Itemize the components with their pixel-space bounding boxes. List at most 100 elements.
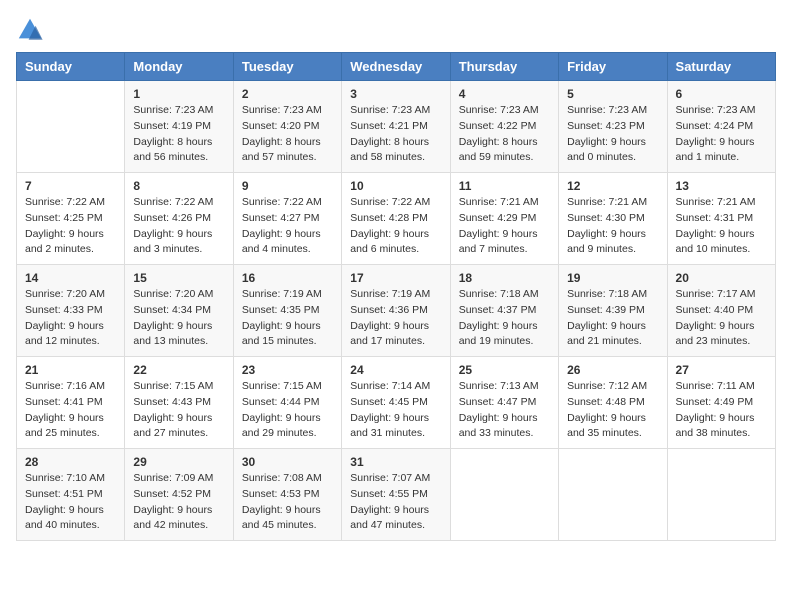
sunset: Sunset: 4:27 PM — [242, 211, 333, 227]
daylight: Daylight: 8 hours and 56 minutes. — [133, 135, 224, 167]
calendar-cell: 4 Sunrise: 7:23 AM Sunset: 4:22 PM Dayli… — [450, 81, 558, 173]
day-number: 13 — [676, 179, 767, 193]
day-info: Sunrise: 7:22 AM Sunset: 4:27 PM Dayligh… — [242, 195, 333, 258]
day-info: Sunrise: 7:22 AM Sunset: 4:26 PM Dayligh… — [133, 195, 224, 258]
sunset: Sunset: 4:30 PM — [567, 211, 658, 227]
sunset: Sunset: 4:51 PM — [25, 487, 116, 503]
day-number: 6 — [676, 87, 767, 101]
day-info: Sunrise: 7:15 AM Sunset: 4:44 PM Dayligh… — [242, 379, 333, 442]
day-number: 15 — [133, 271, 224, 285]
sunset: Sunset: 4:37 PM — [459, 303, 550, 319]
sunset: Sunset: 4:35 PM — [242, 303, 333, 319]
daylight: Daylight: 9 hours and 17 minutes. — [350, 319, 441, 351]
sunset: Sunset: 4:24 PM — [676, 119, 767, 135]
sunrise: Sunrise: 7:21 AM — [567, 195, 658, 211]
sunset: Sunset: 4:48 PM — [567, 395, 658, 411]
sunrise: Sunrise: 7:07 AM — [350, 471, 441, 487]
day-number: 24 — [350, 363, 441, 377]
sunrise: Sunrise: 7:23 AM — [567, 103, 658, 119]
daylight: Daylight: 9 hours and 1 minute. — [676, 135, 767, 167]
calendar-header-row: SundayMondayTuesdayWednesdayThursdayFrid… — [17, 53, 776, 81]
sunset: Sunset: 4:25 PM — [25, 211, 116, 227]
day-info: Sunrise: 7:18 AM Sunset: 4:39 PM Dayligh… — [567, 287, 658, 350]
day-number: 21 — [25, 363, 116, 377]
day-number: 23 — [242, 363, 333, 377]
day-info: Sunrise: 7:07 AM Sunset: 4:55 PM Dayligh… — [350, 471, 441, 534]
day-number: 17 — [350, 271, 441, 285]
sunrise: Sunrise: 7:20 AM — [133, 287, 224, 303]
day-number: 25 — [459, 363, 550, 377]
calendar-cell: 13 Sunrise: 7:21 AM Sunset: 4:31 PM Dayl… — [667, 173, 775, 265]
daylight: Daylight: 9 hours and 4 minutes. — [242, 227, 333, 259]
daylight: Daylight: 9 hours and 25 minutes. — [25, 411, 116, 443]
header-sunday: Sunday — [17, 53, 125, 81]
sunrise: Sunrise: 7:23 AM — [350, 103, 441, 119]
calendar-cell: 20 Sunrise: 7:17 AM Sunset: 4:40 PM Dayl… — [667, 265, 775, 357]
calendar-cell: 17 Sunrise: 7:19 AM Sunset: 4:36 PM Dayl… — [342, 265, 450, 357]
sunrise: Sunrise: 7:17 AM — [676, 287, 767, 303]
calendar-cell — [559, 449, 667, 541]
calendar-cell: 16 Sunrise: 7:19 AM Sunset: 4:35 PM Dayl… — [233, 265, 341, 357]
calendar-cell — [667, 449, 775, 541]
calendar-cell: 18 Sunrise: 7:18 AM Sunset: 4:37 PM Dayl… — [450, 265, 558, 357]
sunrise: Sunrise: 7:13 AM — [459, 379, 550, 395]
daylight: Daylight: 9 hours and 31 minutes. — [350, 411, 441, 443]
calendar-cell: 8 Sunrise: 7:22 AM Sunset: 4:26 PM Dayli… — [125, 173, 233, 265]
day-number: 28 — [25, 455, 116, 469]
sunset: Sunset: 4:43 PM — [133, 395, 224, 411]
day-number: 11 — [459, 179, 550, 193]
sunrise: Sunrise: 7:21 AM — [676, 195, 767, 211]
calendar-table: SundayMondayTuesdayWednesdayThursdayFrid… — [16, 52, 776, 541]
day-info: Sunrise: 7:17 AM Sunset: 4:40 PM Dayligh… — [676, 287, 767, 350]
sunrise: Sunrise: 7:23 AM — [242, 103, 333, 119]
day-number: 12 — [567, 179, 658, 193]
daylight: Daylight: 9 hours and 0 minutes. — [567, 135, 658, 167]
day-number: 29 — [133, 455, 224, 469]
sunrise: Sunrise: 7:22 AM — [133, 195, 224, 211]
sunset: Sunset: 4:21 PM — [350, 119, 441, 135]
day-info: Sunrise: 7:23 AM Sunset: 4:19 PM Dayligh… — [133, 103, 224, 166]
daylight: Daylight: 9 hours and 13 minutes. — [133, 319, 224, 351]
day-info: Sunrise: 7:23 AM Sunset: 4:20 PM Dayligh… — [242, 103, 333, 166]
sunset: Sunset: 4:49 PM — [676, 395, 767, 411]
sunset: Sunset: 4:19 PM — [133, 119, 224, 135]
daylight: Daylight: 9 hours and 42 minutes. — [133, 503, 224, 535]
day-number: 18 — [459, 271, 550, 285]
day-info: Sunrise: 7:18 AM Sunset: 4:37 PM Dayligh… — [459, 287, 550, 350]
sunrise: Sunrise: 7:23 AM — [459, 103, 550, 119]
daylight: Daylight: 9 hours and 19 minutes. — [459, 319, 550, 351]
calendar-cell: 6 Sunrise: 7:23 AM Sunset: 4:24 PM Dayli… — [667, 81, 775, 173]
day-info: Sunrise: 7:09 AM Sunset: 4:52 PM Dayligh… — [133, 471, 224, 534]
daylight: Daylight: 8 hours and 58 minutes. — [350, 135, 441, 167]
daylight: Daylight: 9 hours and 45 minutes. — [242, 503, 333, 535]
sunrise: Sunrise: 7:22 AM — [25, 195, 116, 211]
logo-icon — [16, 16, 44, 44]
sunset: Sunset: 4:55 PM — [350, 487, 441, 503]
calendar-week-2: 7 Sunrise: 7:22 AM Sunset: 4:25 PM Dayli… — [17, 173, 776, 265]
sunset: Sunset: 4:52 PM — [133, 487, 224, 503]
day-number: 9 — [242, 179, 333, 193]
day-info: Sunrise: 7:23 AM Sunset: 4:22 PM Dayligh… — [459, 103, 550, 166]
day-number: 20 — [676, 271, 767, 285]
calendar-cell — [17, 81, 125, 173]
calendar-cell: 19 Sunrise: 7:18 AM Sunset: 4:39 PM Dayl… — [559, 265, 667, 357]
calendar-cell: 21 Sunrise: 7:16 AM Sunset: 4:41 PM Dayl… — [17, 357, 125, 449]
daylight: Daylight: 9 hours and 7 minutes. — [459, 227, 550, 259]
day-info: Sunrise: 7:23 AM Sunset: 4:21 PM Dayligh… — [350, 103, 441, 166]
sunrise: Sunrise: 7:14 AM — [350, 379, 441, 395]
sunrise: Sunrise: 7:21 AM — [459, 195, 550, 211]
header-saturday: Saturday — [667, 53, 775, 81]
sunset: Sunset: 4:41 PM — [25, 395, 116, 411]
sunset: Sunset: 4:47 PM — [459, 395, 550, 411]
day-info: Sunrise: 7:19 AM Sunset: 4:35 PM Dayligh… — [242, 287, 333, 350]
calendar-cell: 9 Sunrise: 7:22 AM Sunset: 4:27 PM Dayli… — [233, 173, 341, 265]
daylight: Daylight: 9 hours and 33 minutes. — [459, 411, 550, 443]
calendar-cell: 28 Sunrise: 7:10 AM Sunset: 4:51 PM Dayl… — [17, 449, 125, 541]
calendar-cell: 23 Sunrise: 7:15 AM Sunset: 4:44 PM Dayl… — [233, 357, 341, 449]
sunset: Sunset: 4:39 PM — [567, 303, 658, 319]
day-info: Sunrise: 7:13 AM Sunset: 4:47 PM Dayligh… — [459, 379, 550, 442]
day-info: Sunrise: 7:19 AM Sunset: 4:36 PM Dayligh… — [350, 287, 441, 350]
day-number: 27 — [676, 363, 767, 377]
daylight: Daylight: 9 hours and 2 minutes. — [25, 227, 116, 259]
sunrise: Sunrise: 7:23 AM — [133, 103, 224, 119]
